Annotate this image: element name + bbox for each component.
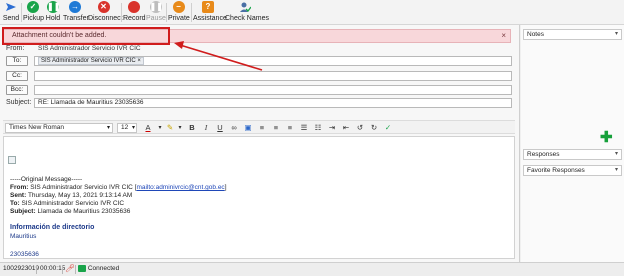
bcc-field[interactable] <box>34 85 512 95</box>
undo-icon[interactable]: ↺ <box>355 123 365 133</box>
original-from-line: From: SIS Administrador Servicio IVR CIC… <box>10 184 227 191</box>
transfer-icon: → <box>69 1 81 13</box>
microphone-icon[interactable]: 🎤︎ <box>65 263 75 275</box>
font-color-icon[interactable]: A <box>143 123 153 133</box>
send-button[interactable]: Send <box>2 1 20 24</box>
toolbar: Send ✓ Pickup ❚❚ Hold → Transfer ✕ Disco… <box>0 0 624 25</box>
broken-image-icon <box>8 156 16 164</box>
alert-highlight-box <box>2 27 170 45</box>
spellcheck-icon[interactable]: ✓ <box>383 123 393 133</box>
bullet-list-icon[interactable]: ☰ <box>299 123 309 133</box>
recipient-chip: SIS Administrador Servicio IVR CIC × <box>38 57 144 65</box>
from-label: From: <box>6 45 25 52</box>
call-id: 1002923019 <box>3 265 40 272</box>
check-names-icon <box>239 1 252 13</box>
favorite-responses-panel-header[interactable]: Favorite Responses ▾ <box>523 165 622 176</box>
toolbar-divider <box>21 3 22 22</box>
align-right-icon[interactable]: ≡ <box>285 123 295 133</box>
toolbar-divider <box>121 3 122 22</box>
original-sent-line: Sent: Thursday, May 13, 2021 9:13:14 AM <box>10 192 133 199</box>
to-button[interactable]: To: <box>6 56 28 66</box>
status-bar: 1002923019 00:00:15 🎤︎ Connected <box>0 262 624 276</box>
underline-icon[interactable]: U <box>215 123 225 133</box>
assistance-button[interactable]: ? Assistance <box>193 1 227 24</box>
formatting-toolbar: Times New Roman ▾ 12 ▾ A ▾ ✎ ▾ B I U ∞ ▣… <box>3 120 515 134</box>
bcc-button[interactable]: Bcc: <box>6 85 28 95</box>
private-icon: − <box>172 1 185 13</box>
hold-icon: ❚❚ <box>47 1 61 13</box>
chevron-down-icon: ▾ <box>131 125 135 131</box>
outdent-icon[interactable]: ⇤ <box>341 123 351 133</box>
font-family-select[interactable]: Times New Roman ▾ <box>5 123 113 133</box>
subject-label: Subject: <box>6 99 32 106</box>
transfer-button[interactable]: → Transfer <box>63 1 89 24</box>
from-value: SIS Administrador Servicio IVR CIC <box>38 45 141 52</box>
to-field[interactable]: SIS Administrador Servicio IVR CIC × <box>34 56 512 66</box>
bold-icon[interactable]: B <box>187 123 197 133</box>
pause-button[interactable]: ❚❚ Pause <box>146 1 166 24</box>
disconnect-button[interactable]: ✕ Disconnect <box>88 1 123 24</box>
responses-panel-header[interactable]: Responses ▾ <box>523 149 622 160</box>
status-divider <box>75 265 76 274</box>
chevron-down-icon[interactable]: ▾ <box>175 123 185 133</box>
link-icon[interactable]: ∞ <box>229 123 239 133</box>
close-icon[interactable]: × <box>501 31 506 40</box>
status-divider <box>62 265 63 274</box>
cc-field[interactable] <box>34 71 512 81</box>
image-icon[interactable]: ▣ <box>243 123 253 133</box>
original-to-line: To: SIS Administrador Servicio IVR CIC <box>10 200 125 207</box>
cc-button[interactable]: Cc: <box>6 71 28 81</box>
chevron-down-icon[interactable]: ▾ <box>155 123 165 133</box>
font-size-select[interactable]: 12 ▾ <box>117 123 137 133</box>
indent-icon[interactable]: ⇥ <box>327 123 337 133</box>
record-button[interactable]: Record <box>123 1 146 24</box>
chevron-down-icon: ▾ <box>614 151 618 157</box>
subject-field[interactable]: RE: Llamada de Mauritius 23035636 <box>34 98 512 108</box>
chevron-down-icon: ▾ <box>106 125 110 131</box>
email-compose-pane: Attachment couldn't be added. × From: SI… <box>0 25 520 262</box>
align-left-icon[interactable]: ≡ <box>257 123 267 133</box>
directory-title: Información de directorio <box>10 224 95 231</box>
email-connected-icon <box>78 264 86 272</box>
chevron-down-icon: ▾ <box>614 31 618 37</box>
toolbar-divider <box>191 3 192 22</box>
disconnect-icon: ✕ <box>97 1 110 13</box>
directory-number: 23035636 <box>10 251 39 258</box>
add-icon[interactable]: ✚ <box>600 130 613 145</box>
notes-panel-header[interactable]: Notes ▾ <box>523 29 622 40</box>
redo-icon[interactable]: ↻ <box>369 123 379 133</box>
chevron-down-icon: ▾ <box>614 167 618 173</box>
assistance-icon: ? <box>202 1 214 13</box>
connected-status: Connected <box>78 263 119 275</box>
pause-icon: ❚❚ <box>149 1 163 13</box>
italic-icon[interactable]: I <box>201 123 211 133</box>
message-body-editor[interactable]: -----Original Message----- From: SIS Adm… <box>3 136 515 259</box>
original-subject-line: Subject: Llamada de Mauritius 23035636 <box>10 208 131 215</box>
numbered-list-icon[interactable]: ☷ <box>313 123 323 133</box>
status-divider <box>36 265 37 274</box>
align-center-icon[interactable]: ≡ <box>271 123 281 133</box>
chip-remove-icon[interactable]: × <box>137 58 141 64</box>
highlight-color-icon[interactable]: ✎ <box>165 123 175 133</box>
private-button[interactable]: − Private <box>168 1 190 24</box>
directory-country: Mauritius <box>10 233 37 240</box>
hold-button[interactable]: ❚❚ Hold <box>45 1 61 24</box>
record-icon <box>128 1 140 13</box>
toolbar-divider <box>166 3 167 22</box>
right-sidebar: Notes ▾ ✚ Responses ▾ Favorite Responses… <box>521 25 624 262</box>
pickup-button[interactable]: ✓ Pickup <box>23 1 44 24</box>
pickup-icon: ✓ <box>27 1 39 13</box>
send-icon <box>5 1 17 13</box>
check-names-button[interactable]: Check Names <box>225 1 269 24</box>
original-message-header: -----Original Message----- <box>10 176 83 183</box>
mailto-link[interactable]: mailto:adminivrcic@cnt.gob.ec <box>136 184 224 191</box>
